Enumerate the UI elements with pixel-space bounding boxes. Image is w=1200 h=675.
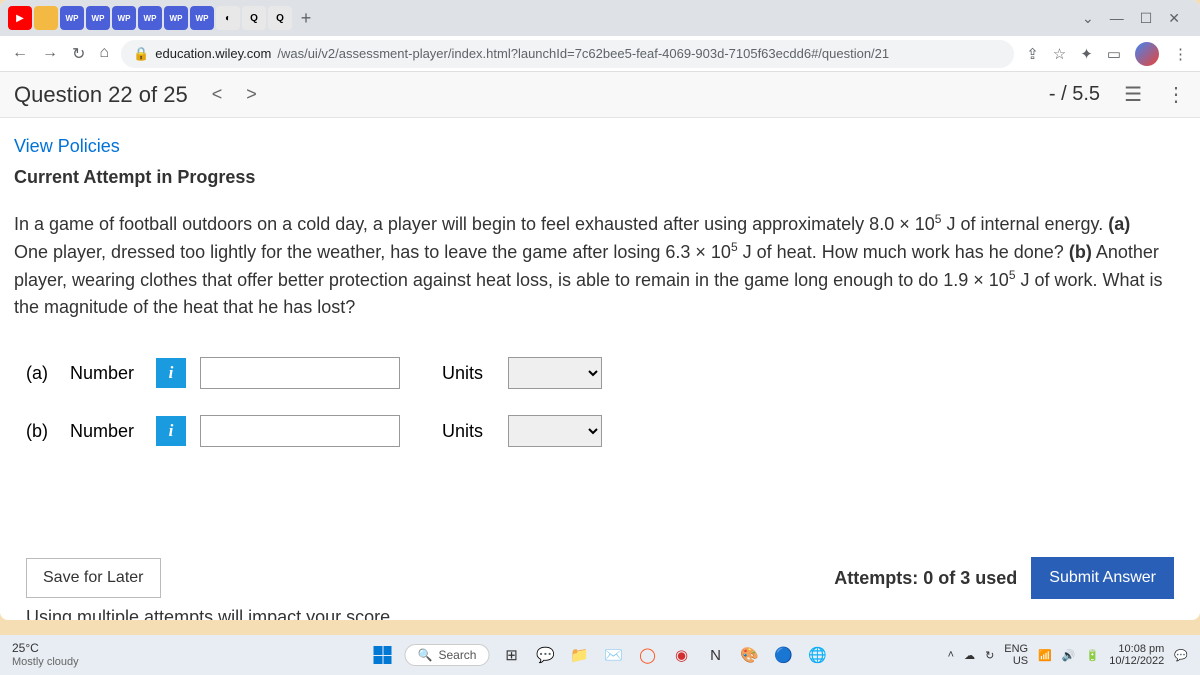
share-icon[interactable]: ⇪ [1026,45,1039,63]
list-icon[interactable]: ☰ [1124,82,1142,107]
home-icon[interactable]: ⌂ [99,44,109,64]
url-host: education.wiley.com [155,46,271,61]
tab-quora-1[interactable]: Q [242,6,266,30]
close-icon[interactable]: ✕ [1168,10,1180,27]
hint-text-1: Using multiple attempts will impact your… [14,607,1186,620]
profile-avatar[interactable] [1135,42,1159,66]
tab-wileyplus-3[interactable]: WP [112,6,136,30]
number-label: Number [70,363,142,384]
minimize-icon[interactable]: — [1110,10,1124,27]
question-text: In a game of football outdoors on a cold… [14,210,1186,321]
edge-icon[interactable]: 🌐 [805,643,829,667]
answer-row-a: (a) Number i Units [14,357,1186,389]
reload-icon[interactable]: ↻ [72,44,85,64]
footer-row: Save for Later Attempts: 0 of 3 used Sub… [14,557,1186,599]
weather-temp: 25°C [12,642,79,655]
units-label: Units [442,363,494,384]
tab-wileyplus-6[interactable]: WP [190,6,214,30]
number-input-b[interactable] [200,415,400,447]
app-icon-1[interactable]: ◯ [635,643,659,667]
next-question-button[interactable]: > [246,84,257,105]
search-icon: 🔍 [418,648,433,662]
maximize-icon[interactable]: ☐ [1140,10,1153,27]
sync-icon[interactable]: ↻ [985,649,994,662]
score-display: - / 5.5 [1049,83,1100,106]
volume-icon[interactable]: 🔊 [1062,649,1076,662]
notification-icon[interactable]: 💬 [1174,649,1188,662]
explorer-icon[interactable]: 📁 [567,643,591,667]
question-header: Question 22 of 25 < > - / 5.5 ☰ ⋮ [0,72,1200,118]
part-label: (a) [26,363,56,384]
content-area: View Policies Current Attempt in Progres… [0,118,1200,620]
wifi-icon[interactable]: 📶 [1038,649,1052,662]
forward-icon[interactable]: → [42,44,58,64]
cloud-icon[interactable]: ☁ [964,649,975,662]
url-input[interactable]: 🔒 education.wiley.com/was/ui/v2/assessme… [121,40,1014,68]
clock[interactable]: 10:08 pm 10/12/2022 [1109,643,1164,667]
extensions-icon[interactable]: ✦ [1080,45,1093,63]
battery-icon[interactable]: 🔋 [1086,649,1100,662]
info-icon[interactable]: i [156,358,186,388]
app-icon-2[interactable]: ◉ [669,643,693,667]
more-icon[interactable]: ⋮ [1166,82,1186,107]
star-icon[interactable]: ☆ [1053,45,1066,63]
number-label: Number [70,421,142,442]
chevron-down-icon[interactable]: ⌄ [1082,10,1094,27]
units-select-a[interactable] [508,357,602,389]
units-label: Units [442,421,494,442]
attempts-text: Attempts: 0 of 3 used [834,568,1017,589]
lock-icon: 🔒 [133,46,149,62]
language-indicator[interactable]: ENG US [1004,643,1028,667]
tab-quora-2[interactable]: Q [268,6,292,30]
answer-row-b: (b) Number i Units [14,415,1186,447]
tab-wileyplus-4[interactable]: WP [138,6,162,30]
units-select-b[interactable] [508,415,602,447]
tab-generic-2[interactable]: ◐ [216,6,240,30]
app-icon-3[interactable]: 🎨 [737,643,761,667]
save-for-later-button[interactable]: Save for Later [26,558,161,598]
view-policies-link[interactable]: View Policies [14,136,1186,157]
new-tab-button[interactable]: + [294,6,318,30]
info-icon[interactable]: i [156,416,186,446]
tab-strip: ▶ WP WP WP WP WP WP ◐ Q Q + ⌄ — ☐ ✕ [0,0,1200,36]
back-icon[interactable]: ← [12,44,28,64]
submit-answer-button[interactable]: Submit Answer [1031,557,1174,599]
panel-icon[interactable]: ▭ [1107,45,1121,63]
chevron-up-icon[interactable]: ˄ [948,649,954,661]
prev-question-button[interactable]: < [212,84,223,105]
weather-widget[interactable]: 25°C Mostly cloudy [12,642,79,667]
tab-wileyplus-5[interactable]: WP [164,6,188,30]
url-path: /was/ui/v2/assessment-player/index.html?… [277,46,889,61]
tab-wileyplus-2[interactable]: WP [86,6,110,30]
notion-icon[interactable]: N [703,643,727,667]
address-bar: ← → ↻ ⌂ 🔒 education.wiley.com/was/ui/v2/… [0,36,1200,72]
question-title: Question 22 of 25 [14,82,188,108]
chat-icon[interactable]: 💬 [533,643,557,667]
taskbar-search[interactable]: 🔍Search [405,644,490,666]
part-label: (b) [26,421,56,442]
mail-icon[interactable]: ✉️ [601,643,625,667]
number-input-a[interactable] [200,357,400,389]
task-view-icon[interactable]: ⊞ [499,643,523,667]
app-icon-4[interactable]: 🔵 [771,643,795,667]
kebab-menu-icon[interactable]: ⋮ [1173,45,1188,63]
weather-desc: Mostly cloudy [12,656,79,668]
taskbar: 25°C Mostly cloudy 🔍Search ⊞ 💬 📁 ✉️ ◯ ◉ … [0,635,1200,675]
tab-youtube[interactable]: ▶ [8,6,32,30]
attempt-status: Current Attempt in Progress [14,167,1186,188]
tab-generic[interactable] [34,6,58,30]
start-button[interactable] [371,643,395,667]
tab-wileyplus-1[interactable]: WP [60,6,84,30]
